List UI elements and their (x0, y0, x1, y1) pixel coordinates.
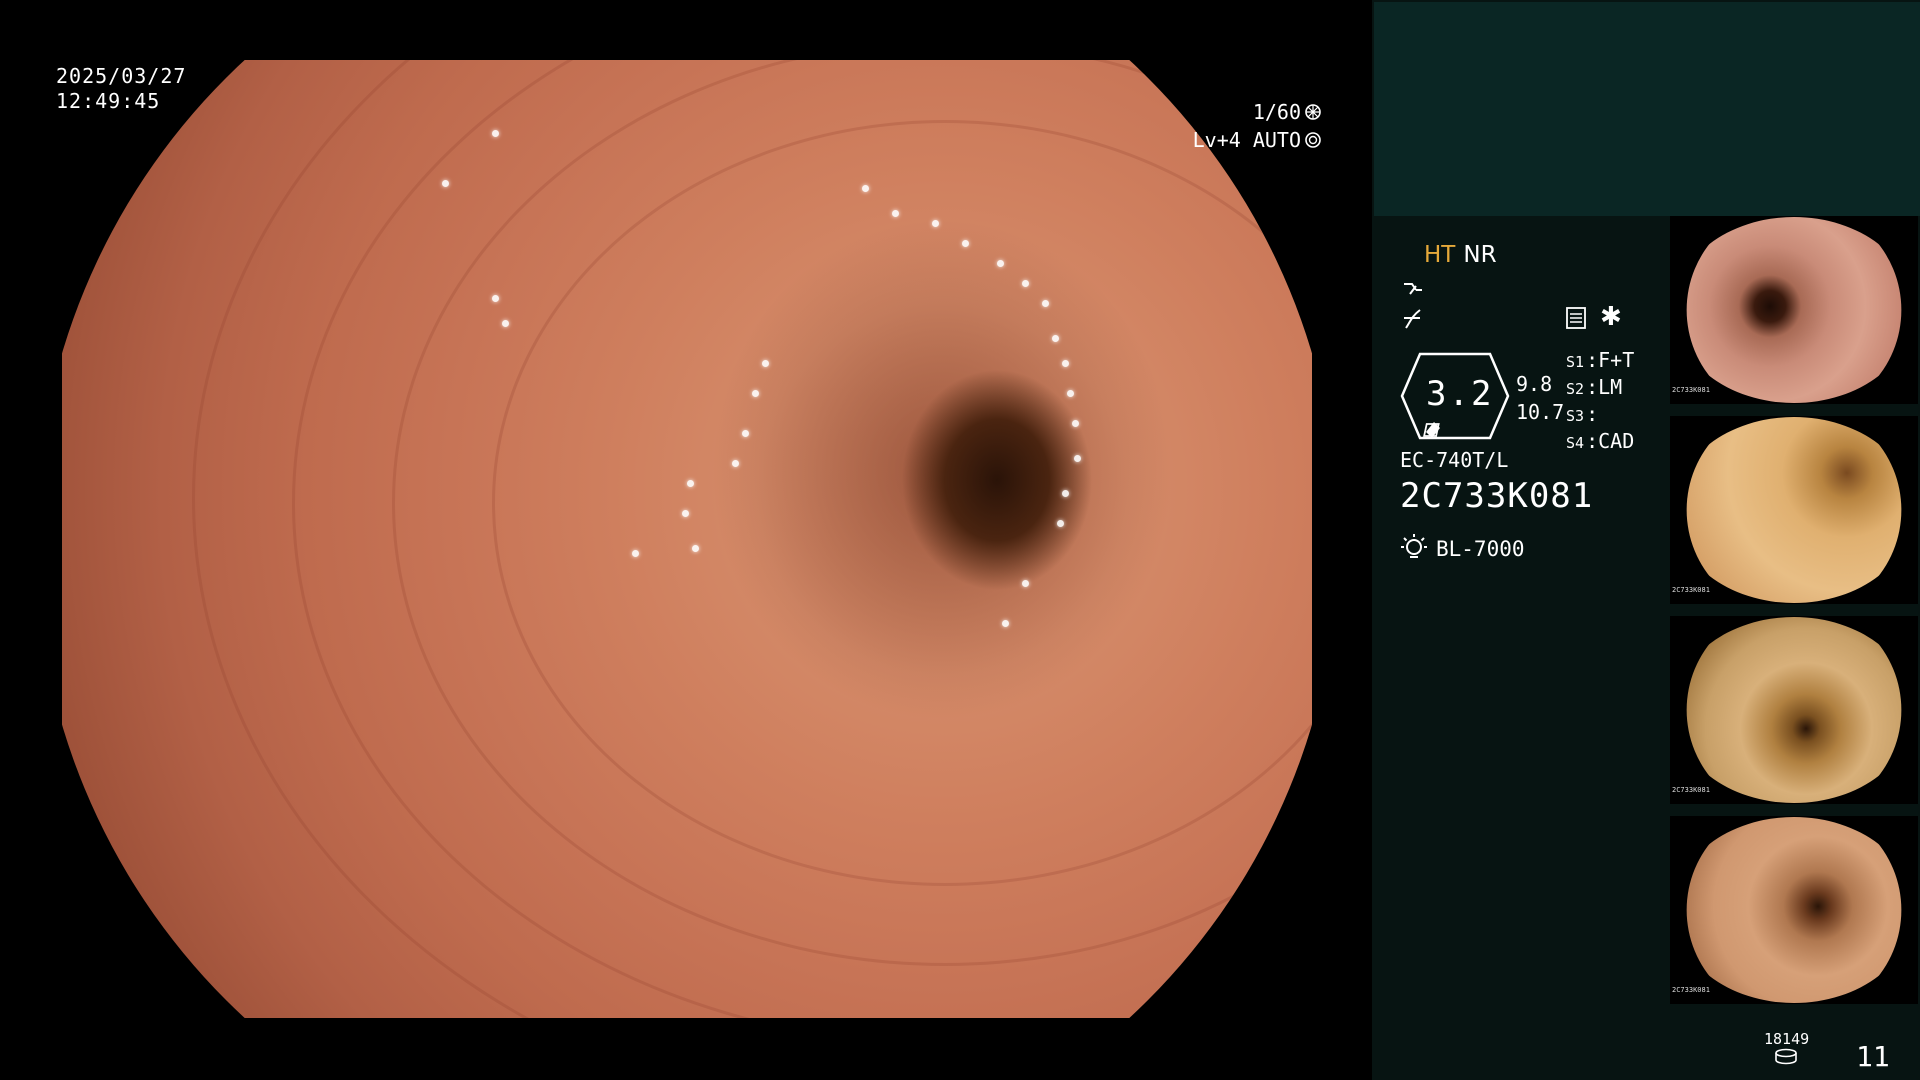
asterisk-icon: ✱ (1600, 302, 1622, 332)
thumbnail-serial: 2C733K081 (1672, 986, 1710, 994)
zoom-side-value-2: 10.7 (1516, 400, 1565, 424)
setting-s2: S2:LM (1566, 375, 1623, 399)
date-text: 2025/03/27 (56, 64, 187, 88)
thumbnail-serial: 2C733K081 (1672, 586, 1710, 594)
mucosa-fold (192, 60, 1312, 1018)
storage-indicator: 18149 (1764, 1030, 1810, 1070)
capture-thumbnail[interactable]: 2C733K081 (1670, 416, 1918, 604)
list-settings-icon (1565, 306, 1587, 330)
thumbnail-serial: 2C733K081 (1672, 386, 1710, 394)
endoscope-live-view: 2025/03/27 12:49:45 1/60 Lv+4 AUTO (0, 0, 1372, 1080)
time-text: 12:49:45 (56, 89, 161, 113)
storage-disk-icon (1775, 1048, 1797, 1065)
scope-model: EC-740T/L (1400, 448, 1509, 472)
capture-thumbnail[interactable]: 2C733K081 (1670, 816, 1918, 1004)
setting-s1: S1:F+T (1566, 348, 1635, 372)
scope-serial: 2C733K081 (1400, 476, 1594, 516)
light-bulb-icon (1400, 532, 1428, 565)
setting-s4: S4:CAD (1566, 429, 1635, 453)
light-source-model: BL-7000 (1436, 536, 1525, 561)
capture-thumbnail[interactable]: 2C733K081 (1670, 216, 1918, 404)
shutter-speed: 1/60 (1252, 100, 1301, 124)
panel-header-area (1374, 2, 1920, 216)
exposure-overlay: 1/60 Lv+4 AUTO (1176, 98, 1322, 154)
thumbnail-serial: 2C733K081 (1672, 786, 1710, 794)
zoom-side-values: 9.8 10.7 (1516, 370, 1564, 426)
mode-ht: HT (1424, 242, 1456, 268)
brightness-level: Lv+4 AUTO (1192, 128, 1301, 152)
shutter-row: 1/60 (1176, 98, 1322, 126)
zoom-side-value-1: 9.8 (1516, 372, 1553, 396)
frame-count: 11 (1856, 1040, 1890, 1073)
level-row: Lv+4 AUTO (1176, 126, 1322, 154)
image-enhance-modes: HT NR (1424, 242, 1497, 268)
contrast-curve-icon (1400, 306, 1426, 332)
storage-count: 18149 (1764, 1030, 1810, 1048)
scope-switch-settings: S1:F+T S2:LM S3: S4:CAD (1566, 348, 1634, 456)
mode-nr: NR (1463, 242, 1497, 268)
aperture-icon (1304, 103, 1322, 121)
auto-iris-icon (1304, 131, 1322, 149)
capture-thumbnail[interactable]: 2C733K081 (1670, 616, 1918, 804)
endoscopic-image (62, 60, 1312, 1018)
enhancement-curve-icon (1400, 276, 1426, 302)
light-source-row: BL-7000 (1400, 532, 1525, 565)
date-time-overlay: 2025/03/27 12:49:45 (56, 64, 186, 114)
zoom-value: 3.2 (1426, 374, 1494, 414)
setting-s3: S3: (1566, 402, 1599, 426)
